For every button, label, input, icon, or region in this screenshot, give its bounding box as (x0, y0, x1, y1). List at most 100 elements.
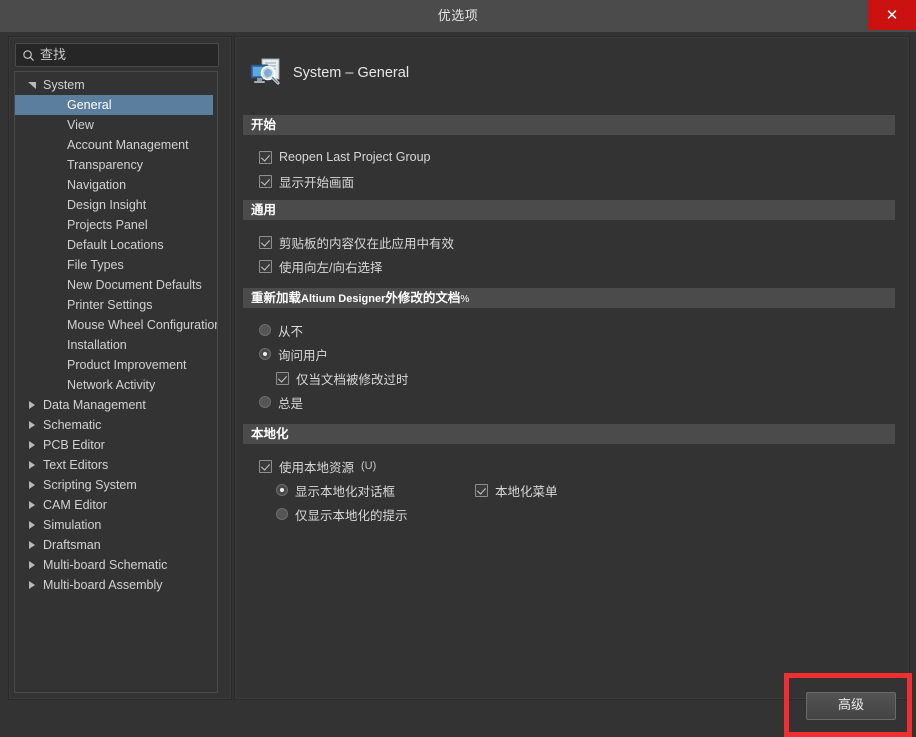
tree-item-file-types[interactable]: File Types (15, 255, 217, 275)
radio-icon[interactable] (259, 396, 271, 408)
checkbox-icon[interactable] (276, 371, 289, 385)
radio-ask-user[interactable]: 询问用户 (259, 345, 328, 363)
access-key-label: (U) (361, 460, 377, 472)
radio-localized-hints-only[interactable]: 仅显示本地化的提示 (276, 505, 408, 523)
checkbox-show-startup-screen[interactable]: 显示开始画面 (259, 172, 354, 190)
tree-item-text-editors[interactable]: Text Editors (15, 455, 217, 475)
tree-item-label: Printer Settings (67, 298, 153, 312)
tree-item-general[interactable]: General (15, 95, 213, 115)
tree-item-account-management[interactable]: Account Management (15, 135, 217, 155)
chevron-right-icon[interactable] (28, 495, 40, 515)
tree-item-label: Data Management (43, 398, 146, 412)
section-header-startup: 开始 (243, 115, 895, 135)
checkbox-icon[interactable] (259, 235, 272, 249)
window-title: 优选项 (437, 8, 479, 23)
advanced-button[interactable]: 高级 (806, 692, 896, 720)
chevron-right-icon[interactable] (28, 515, 40, 535)
tree-item-new-document-defaults[interactable]: New Document Defaults (15, 275, 217, 295)
reload-title-post: 外修改的文档 (385, 291, 461, 305)
radio-icon[interactable] (259, 324, 271, 336)
radio-icon[interactable] (276, 508, 288, 520)
radio-show-localized-dialogs[interactable]: 显示本地化对话框 (276, 481, 395, 499)
checkbox-left-right-selection[interactable]: 使用向左/向右选择 (259, 257, 382, 275)
checkbox-reopen-last-project-group[interactable]: Reopen Last Project Group (259, 148, 430, 166)
option-label: 询问用户 (278, 348, 329, 363)
checkbox-localized-menus[interactable]: 本地化菜单 (475, 481, 558, 499)
tree-item-navigation[interactable]: Navigation (15, 175, 217, 195)
tree-item-transparency[interactable]: Transparency (15, 155, 217, 175)
tree-item-label: Schematic (43, 418, 102, 432)
search-box[interactable] (15, 43, 220, 67)
tree-item-label: Design Insight (67, 198, 147, 212)
tree-item-simulation[interactable]: Simulation (15, 515, 217, 535)
tree-item-mouse-wheel-configuration[interactable]: Mouse Wheel Configuration (15, 315, 217, 335)
checkbox-use-local-resources[interactable]: 使用本地资源 (U) (259, 457, 376, 475)
checkbox-icon[interactable] (259, 174, 272, 188)
radio-icon[interactable] (276, 484, 288, 496)
checkbox-only-when-modified[interactable]: 仅当文档被修改过时 (276, 369, 409, 387)
chevron-right-icon[interactable] (28, 435, 40, 455)
chevron-right-icon[interactable] (28, 415, 40, 435)
tree-item-installation[interactable]: Installation (15, 335, 217, 355)
tree-item-default-locations[interactable]: Default Locations (15, 235, 217, 255)
chevron-right-icon[interactable] (28, 455, 40, 475)
chevron-right-icon[interactable] (28, 395, 40, 415)
tree-item-label: Account Management (67, 138, 189, 152)
tree-item-view[interactable]: View (15, 115, 217, 135)
tree-item-label: File Types (67, 258, 124, 272)
option-label: 仅当文档被修改过时 (296, 372, 409, 387)
tree-item-cam-editor[interactable]: CAM Editor (15, 495, 217, 515)
option-label: 本地化菜单 (495, 484, 558, 499)
tree-item-system[interactable]: System (15, 75, 217, 95)
tree-item-draftsman[interactable]: Draftsman (15, 535, 217, 555)
tree-item-label: Transparency (67, 158, 143, 172)
tree-item-label: Text Editors (43, 458, 109, 472)
preferences-tree[interactable]: System General View Account Management Trans… (14, 71, 218, 693)
tree-item-label: Mouse Wheel Configuration (67, 318, 218, 332)
tree-item-label: Multi-board Schematic (43, 558, 168, 572)
tree-item-label: Simulation (43, 518, 102, 532)
option-label: Reopen Last Project Group (279, 150, 431, 164)
chevron-right-icon[interactable] (28, 535, 40, 555)
dialog-body: System General View Account Management Trans… (0, 32, 916, 737)
tree-item-network-activity[interactable]: Network Activity (15, 375, 217, 395)
chevron-right-icon[interactable] (28, 575, 40, 595)
tree-item-multi-board-schematic[interactable]: Multi-board Schematic (15, 555, 217, 575)
radio-always[interactable]: 总是 (259, 393, 303, 411)
settings-pane: System – General 开始 Reopen Last Project … (234, 36, 910, 700)
tree-item-schematic[interactable]: Schematic (15, 415, 217, 435)
radio-icon[interactable] (259, 348, 271, 360)
option-label: 剪贴板的内容仅在此应用中有效 (279, 236, 455, 251)
tree-item-scripting-system[interactable]: Scripting System (15, 475, 217, 495)
tree-item-label: View (67, 118, 94, 132)
chevron-right-icon[interactable] (28, 475, 40, 495)
checkbox-icon[interactable] (259, 459, 272, 473)
search-input[interactable] (35, 45, 220, 65)
tree-item-printer-settings[interactable]: Printer Settings (15, 295, 217, 315)
radio-never[interactable]: 从不 (259, 321, 303, 339)
checkbox-icon[interactable] (259, 150, 272, 164)
section-header-localization: 本地化 (243, 424, 895, 444)
tree-item-design-insight[interactable]: Design Insight (15, 195, 217, 215)
tree-item-data-management[interactable]: Data Management (15, 395, 217, 415)
tree-item-pcb-editor[interactable]: PCB Editor (15, 435, 217, 455)
tree-item-label: Scripting System (43, 478, 137, 492)
title-bar: 优选项 ✕ (0, 0, 916, 33)
option-label: 显示本地化对话框 (295, 484, 396, 499)
search-icon (23, 49, 35, 61)
tree-item-product-improvement[interactable]: Product Improvement (15, 355, 217, 375)
reload-title-pre: 重新加载 (251, 291, 302, 305)
chevron-down-icon[interactable] (28, 75, 40, 95)
page-title: System – General (293, 65, 410, 81)
tree-item-projects-panel[interactable]: Projects Panel (15, 215, 217, 235)
checkbox-icon[interactable] (475, 483, 488, 497)
chevron-right-icon[interactable] (28, 555, 40, 575)
section-header-reload: 重新加载Altium Designer外修改的文档% (243, 288, 895, 308)
close-icon[interactable]: ✕ (868, 0, 916, 30)
system-general-icon (250, 58, 280, 85)
reload-title-product: Altium Designer (301, 293, 386, 305)
checkbox-clipboard-app-only[interactable]: 剪贴板的内容仅在此应用中有效 (259, 233, 454, 251)
tree-item-multi-board-assembly[interactable]: Multi-board Assembly (15, 575, 217, 595)
tree-item-label: Navigation (67, 178, 127, 192)
checkbox-icon[interactable] (259, 259, 272, 273)
